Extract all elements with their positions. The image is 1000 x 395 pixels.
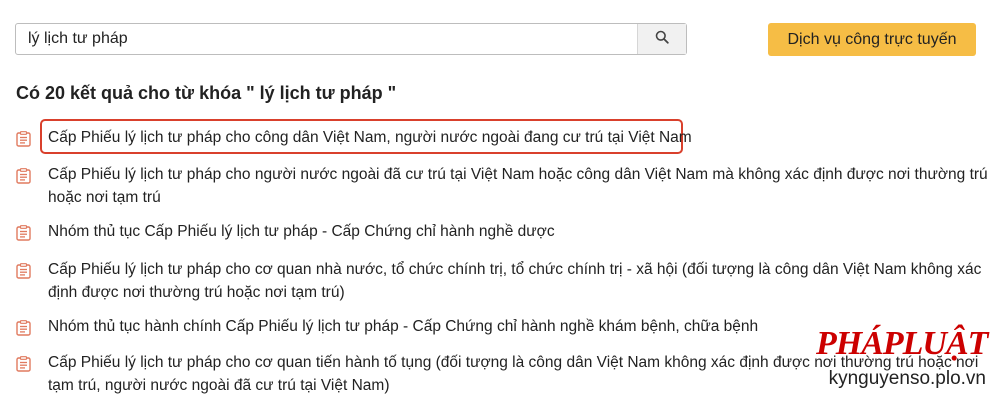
document-icon [16,131,31,147]
results-heading: Có 20 kết quả cho từ khóa " lý lịch tư p… [16,83,397,103]
document-icon [16,225,31,241]
result-title[interactable]: Cấp Phiếu lý lịch tư pháp cho người nước… [48,163,988,209]
result-title[interactable]: Nhóm thủ tục Cấp Phiếu lý lịch tư pháp -… [48,220,988,243]
search-input[interactable] [16,24,637,54]
watermark-logo: PHÁPLUẬT [816,325,988,362]
document-icon [16,168,31,184]
watermark-site: kynguyenso.plo.vn [828,368,986,389]
result-title[interactable]: Cấp Phiếu lý lịch tư pháp cho cơ quan nh… [48,258,988,304]
search-box [15,23,687,55]
online-service-button[interactable]: Dịch vụ công trực tuyến [768,23,976,56]
document-icon [16,356,31,372]
document-icon [16,320,31,336]
result-title[interactable]: Cấp Phiếu lý lịch tư pháp cho công dân V… [48,126,988,149]
search-button[interactable] [637,24,686,54]
document-icon [16,263,31,279]
page: Dịch vụ công trực tuyến Có 20 kết quả ch… [0,0,1000,395]
search-icon [655,30,669,49]
watermark: PHÁPLUẬT kynguyenso.plo.vn [816,325,988,390]
